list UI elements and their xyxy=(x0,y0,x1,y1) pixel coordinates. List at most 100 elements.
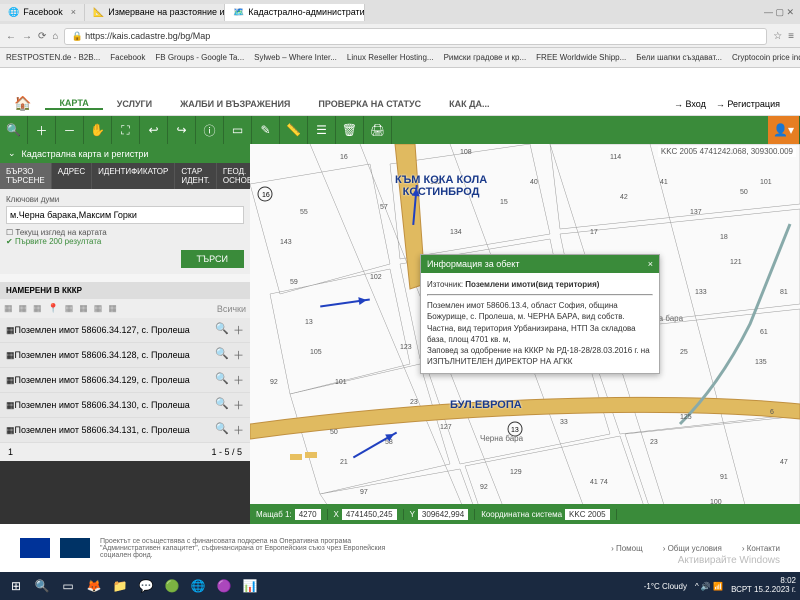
svg-text:125: 125 xyxy=(680,414,692,421)
url-input[interactable]: 🔒 https://kais.cadastre.bg/bg/Map xyxy=(64,28,767,45)
search-tab-quick[interactable]: БЪРЗО ТЪРСЕНЕ xyxy=(0,163,52,189)
zoom-out-icon[interactable]: － xyxy=(56,116,84,144)
pan-icon[interactable]: ✋ xyxy=(84,116,112,144)
taskview-icon[interactable]: ▭ xyxy=(56,575,80,597)
scale-control[interactable]: Мащаб 1:4270 xyxy=(250,509,328,520)
search-icon[interactable]: 🔍 xyxy=(30,575,54,597)
user-icon[interactable]: 👤▾ xyxy=(768,116,800,144)
extent-icon[interactable]: ⛶ xyxy=(112,116,140,144)
locate-icon[interactable]: 🔍 xyxy=(215,397,229,413)
filter-icon[interactable]: ▦ xyxy=(19,303,28,314)
print-icon[interactable]: 🖨 xyxy=(364,116,392,144)
select-icon[interactable]: ▭ xyxy=(224,116,252,144)
next-extent-icon[interactable]: ↪ xyxy=(168,116,196,144)
search-tab-address[interactable]: АДРЕС xyxy=(52,163,92,189)
window-controls[interactable]: — ▢ ✕ xyxy=(758,7,800,18)
nav-services[interactable]: УСЛУГИ xyxy=(103,99,166,109)
bookmark-item[interactable]: Бели шапки създават... xyxy=(636,53,722,62)
crs-control[interactable]: Координатна система KKC 2005 xyxy=(475,509,616,520)
filter-icon[interactable]: ▦ xyxy=(79,303,88,314)
add-icon[interactable]: ＋ xyxy=(233,347,244,363)
nav-complaints[interactable]: ЖАЛБИ И ВЪЗРАЖЕНИЯ xyxy=(166,99,304,109)
map-canvas[interactable]: 16 13 1610811445557154250591021224012110… xyxy=(250,144,800,524)
tab-cadastre[interactable]: 🗺️Кадастрално-административн...× xyxy=(225,4,365,21)
eu-logo-icon xyxy=(20,538,50,558)
result-row[interactable]: ▦ Поземлен имот 58606.34.129, с. Пролеша… xyxy=(0,368,250,393)
edit-icon[interactable]: ✎ xyxy=(252,116,280,144)
filter-all[interactable]: Всички xyxy=(217,304,246,314)
menu-icon[interactable]: ≡ xyxy=(788,31,794,42)
nav-map[interactable]: КАРТА xyxy=(45,98,102,110)
close-icon[interactable]: × xyxy=(648,259,653,269)
result-row[interactable]: ▦ Поземлен имот 58606.34.130, с. Пролеша… xyxy=(0,393,250,418)
measure-icon[interactable]: 📏 xyxy=(280,116,308,144)
firefox-icon[interactable]: 🦊 xyxy=(82,575,106,597)
layer-selector[interactable]: ⌄Кадастрална карта и регистри xyxy=(0,144,250,163)
filter-icon[interactable]: ▦ xyxy=(94,303,103,314)
locate-icon[interactable]: 🔍 xyxy=(215,347,229,363)
bookmark-item[interactable]: RESTPOSTEN.de - B2B... xyxy=(6,53,100,62)
register-link[interactable]: → Регистрация xyxy=(716,99,780,109)
explorer-icon[interactable]: 📁 xyxy=(108,575,132,597)
weather-widget[interactable]: -1°C Cloudy xyxy=(644,582,687,591)
add-icon[interactable]: ＋ xyxy=(233,397,244,413)
bookmark-item[interactable]: Linux Reseller Hosting... xyxy=(347,53,434,62)
info-icon[interactable]: ⓘ xyxy=(196,116,224,144)
close-icon[interactable]: × xyxy=(71,7,76,17)
add-icon[interactable]: ＋ xyxy=(233,422,244,438)
search-tab-oldid[interactable]: СТАР ИДЕНТ. xyxy=(175,163,217,189)
search-tab-id[interactable]: ИДЕНТИФИКАТОР xyxy=(92,163,175,189)
result-row[interactable]: ▦ Поземлен имот 58606.34.131, с. Пролеша… xyxy=(0,418,250,443)
add-icon[interactable]: ＋ xyxy=(233,372,244,388)
login-link[interactable]: → Вход xyxy=(674,99,706,109)
tray-icons[interactable]: ^ 🔊 📶 xyxy=(695,582,723,591)
prev-extent-icon[interactable]: ↩ xyxy=(140,116,168,144)
tab-measure[interactable]: 📐Измерване на разстояние и п...× xyxy=(85,4,225,21)
app-icon[interactable]: 📊 xyxy=(238,575,262,597)
add-icon[interactable]: ＋ xyxy=(233,322,244,338)
home-icon[interactable]: ⌂ xyxy=(52,31,58,42)
filter-icon[interactable]: ▦ xyxy=(108,303,117,314)
locate-icon[interactable]: 🔍 xyxy=(215,372,229,388)
app-icon[interactable]: 🟢 xyxy=(160,575,184,597)
filter-icon[interactable]: ▦ xyxy=(65,303,74,314)
svg-text:50: 50 xyxy=(330,429,338,436)
zoom-in-icon[interactable]: ＋ xyxy=(28,116,56,144)
locate-icon[interactable]: 🔍 xyxy=(215,422,229,438)
nav-status[interactable]: ПРОВЕРКА НА СТАТУС xyxy=(304,99,435,109)
nav-howto[interactable]: КАК ДА... xyxy=(435,99,503,109)
search-button[interactable]: ТЪРСИ xyxy=(181,250,245,268)
bookmark-item[interactable]: FB Groups - Google Ta... xyxy=(155,53,244,62)
start-icon[interactable]: ⊞ xyxy=(4,575,28,597)
app-icon[interactable]: 🟣 xyxy=(212,575,236,597)
app-icon[interactable]: 💬 xyxy=(134,575,158,597)
filter-icon[interactable]: ▦ xyxy=(4,303,13,314)
bookmark-item[interactable]: Римски градове и кр... xyxy=(444,53,527,62)
bookmark-item[interactable]: Sylweb – Where Inter... xyxy=(254,53,337,62)
bookmark-item[interactable]: Cryptocoin price inde... xyxy=(732,53,800,62)
filter-icon[interactable]: ▦ xyxy=(33,303,42,314)
nav-fwd-icon[interactable]: → xyxy=(22,31,32,42)
clear-icon[interactable]: 🗑 xyxy=(336,116,364,144)
footer-terms[interactable]: › Общи условия xyxy=(663,544,722,553)
result-row[interactable]: ▦ Поземлен имот 58606.34.128, с. Пролеша… xyxy=(0,343,250,368)
bookmark-item[interactable]: Facebook xyxy=(110,53,145,62)
clock[interactable]: 8:02ВСРТ 15.2.2023 г. xyxy=(731,577,796,595)
opt-first-200[interactable]: ✔ Първите 200 резултата xyxy=(6,237,244,246)
keywords-input[interactable] xyxy=(6,206,244,224)
footer-help[interactable]: › Помощ xyxy=(611,544,643,553)
opt-current-view[interactable]: ☐ Текущ изглед на картата xyxy=(6,228,244,237)
footer-contacts[interactable]: › Контакти xyxy=(742,544,780,553)
nav-back-icon[interactable]: ← xyxy=(6,31,16,42)
logo-home-icon[interactable]: 🏠 xyxy=(0,95,45,112)
result-row[interactable]: ▦ Поземлен имот 58606.34.127, с. Пролеша… xyxy=(0,318,250,343)
filter-pin-icon[interactable]: 📍 xyxy=(48,303,59,314)
locate-icon[interactable]: 🔍 xyxy=(215,322,229,338)
bookmark-icon[interactable]: ☆ xyxy=(773,31,782,42)
search-icon[interactable]: 🔍 xyxy=(0,116,28,144)
tab-facebook[interactable]: 🌐Facebook× xyxy=(0,4,85,21)
reload-icon[interactable]: ⟳ xyxy=(38,31,46,42)
chrome-icon[interactable]: 🌐 xyxy=(186,575,210,597)
bookmark-item[interactable]: FREE Worldwide Shipp... xyxy=(536,53,626,62)
layers-icon[interactable]: ☰ xyxy=(308,116,336,144)
